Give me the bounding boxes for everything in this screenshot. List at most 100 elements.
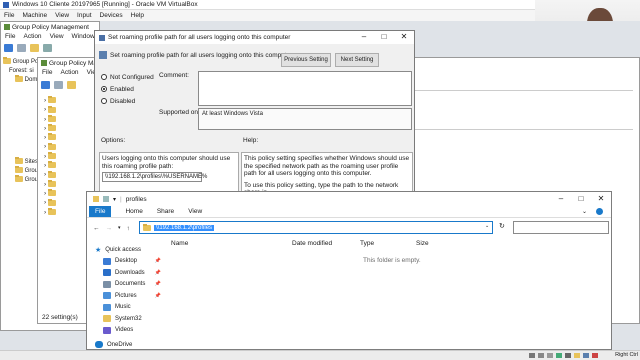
tab-home[interactable]: Home: [125, 208, 142, 215]
vbox-menu-devices[interactable]: Devices: [100, 12, 123, 19]
radio-disabled-dot[interactable]: [101, 98, 107, 104]
radio-not-configured[interactable]: Not Configured: [101, 71, 154, 83]
tree-folder[interactable]: ›: [44, 124, 56, 133]
next-setting-button[interactable]: Next Setting: [335, 53, 379, 67]
qat-chevron-icon[interactable]: ▾: [113, 196, 116, 203]
tab-share[interactable]: Share: [157, 208, 174, 215]
tree-folder[interactable]: ›: [44, 105, 56, 114]
explorer-maximize-button[interactable]: □: [571, 193, 591, 205]
column-date-modified[interactable]: Date modified: [292, 240, 332, 247]
radio-enabled-dot[interactable]: [101, 86, 107, 92]
gpm-menu-action[interactable]: Action: [23, 33, 41, 41]
radio-disabled[interactable]: Disabled: [101, 95, 154, 107]
nav-item-desktop[interactable]: Desktop 📌: [95, 256, 165, 268]
explorer-minimize-button[interactable]: –: [551, 193, 571, 205]
gpme-forward-icon[interactable]: [54, 81, 63, 89]
gpm-menu-file[interactable]: File: [5, 33, 15, 41]
explorer-separator: |: [120, 195, 122, 203]
gpm-menu-window[interactable]: Window: [72, 33, 95, 41]
maximize-button[interactable]: □: [374, 31, 394, 43]
gpme-title: Group Policy Ma: [49, 59, 98, 67]
nav-item-system32[interactable]: System32: [95, 313, 165, 325]
vbox-menu-machine[interactable]: Machine: [22, 12, 47, 19]
folder-icon[interactable]: [30, 44, 39, 52]
shared-folder-icon[interactable]: [574, 353, 580, 358]
tab-view[interactable]: View: [188, 208, 202, 215]
tab-file[interactable]: File: [89, 206, 112, 217]
refresh-icon[interactable]: ↻: [499, 222, 505, 230]
tree-folder[interactable]: ›: [44, 170, 56, 179]
pin-icon: 📌: [154, 269, 161, 276]
minimize-button[interactable]: –: [354, 31, 374, 43]
search-box[interactable]: [513, 221, 609, 234]
recent-chevron-icon[interactable]: ▾: [118, 225, 121, 231]
display-icon[interactable]: [583, 353, 589, 358]
tree-folder[interactable]: ›: [44, 133, 56, 142]
downloads-icon: [103, 269, 111, 277]
roaming-path-input[interactable]: \\192.168.1.2\profiles\%USERNAME%: [102, 172, 207, 182]
capture-icon[interactable]: [592, 353, 598, 358]
column-name[interactable]: Name: [171, 240, 188, 247]
radio-not-configured-dot[interactable]: [101, 74, 107, 80]
usb-icon[interactable]: [565, 353, 571, 358]
network-icon[interactable]: [556, 353, 562, 358]
vbox-menu-help[interactable]: Help: [131, 12, 144, 19]
address-text[interactable]: \\192.168.1.2\profiles: [154, 224, 215, 231]
tree-folder[interactable]: ›: [44, 152, 56, 161]
column-headers: Name Date modified Type Size: [171, 240, 431, 250]
nav-item-pictures[interactable]: Pictures 📌: [95, 290, 165, 302]
up-arrow-icon[interactable]: ↑: [127, 225, 130, 232]
gpm-titlebar: Group Policy Management: [1, 22, 99, 32]
column-size[interactable]: Size: [416, 240, 429, 247]
gpme-toolbar: [41, 81, 76, 89]
policy-icon: [99, 34, 105, 41]
tree-folder[interactable]: ›: [44, 198, 56, 207]
address-bar[interactable]: \\192.168.1.2\profiles: [139, 221, 493, 234]
tree-folder[interactable]: ›: [44, 161, 56, 170]
nav-item-onedrive[interactable]: OneDrive: [95, 339, 165, 351]
gpme-back-icon[interactable]: [41, 81, 50, 89]
nav-item-music[interactable]: Music: [95, 302, 165, 314]
vbox-menu-file[interactable]: File: [4, 12, 14, 19]
gpme-menu-action[interactable]: Action: [60, 69, 78, 77]
quick-save-icon[interactable]: [93, 196, 99, 202]
tree-folder[interactable]: ›: [44, 142, 56, 151]
gpme-menu-file[interactable]: File: [42, 69, 52, 77]
tree-folder[interactable]: ›: [44, 179, 56, 189]
ribbon-expand-icon[interactable]: ⌄: [582, 208, 587, 215]
forward-arrow-icon[interactable]: →: [106, 225, 113, 232]
comment-field[interactable]: [198, 71, 412, 106]
close-button[interactable]: ✕: [394, 31, 414, 43]
nav-item-documents[interactable]: Documents 📌: [95, 279, 165, 291]
quick-properties-icon[interactable]: [103, 196, 109, 202]
tree-folder[interactable]: ›: [44, 207, 56, 217]
vbox-menu-view[interactable]: View: [55, 12, 69, 19]
dialog-title: Set roaming profile path for all users l…: [108, 34, 291, 41]
dialog-header-text: Set roaming profile path for all users l…: [110, 51, 293, 59]
optical-icon[interactable]: [538, 353, 544, 358]
gpm-menu-view[interactable]: View: [50, 33, 64, 41]
desktop-icon: [103, 257, 111, 265]
gpme-folder-icon[interactable]: [67, 81, 76, 89]
tree-folder[interactable]: ›: [44, 114, 56, 124]
tree-folder[interactable]: ›: [44, 96, 56, 105]
pictures-icon: [103, 292, 111, 300]
explorer-close-button[interactable]: ✕: [591, 193, 611, 205]
properties-icon[interactable]: [43, 44, 52, 52]
back-arrow-icon[interactable]: ←: [93, 225, 100, 232]
help-icon[interactable]: [596, 208, 603, 215]
radio-enabled[interactable]: Enabled: [101, 83, 154, 95]
star-icon: ★: [95, 246, 102, 254]
tree-folder[interactable]: ›: [44, 189, 56, 198]
back-icon[interactable]: [4, 44, 13, 52]
previous-setting-button[interactable]: Previous Setting: [281, 53, 331, 67]
hdd-icon[interactable]: [529, 353, 535, 358]
nav-item-videos[interactable]: Videos: [95, 325, 165, 337]
column-type[interactable]: Type: [360, 240, 374, 247]
forward-icon[interactable]: [17, 44, 26, 52]
address-dropdown-icon[interactable]: ⌄: [485, 223, 489, 229]
audio-icon[interactable]: [547, 353, 553, 358]
vbox-menu-input[interactable]: Input: [77, 12, 91, 19]
quick-access[interactable]: ★ Quick access: [95, 244, 165, 256]
nav-item-downloads[interactable]: Downloads 📌: [95, 267, 165, 279]
